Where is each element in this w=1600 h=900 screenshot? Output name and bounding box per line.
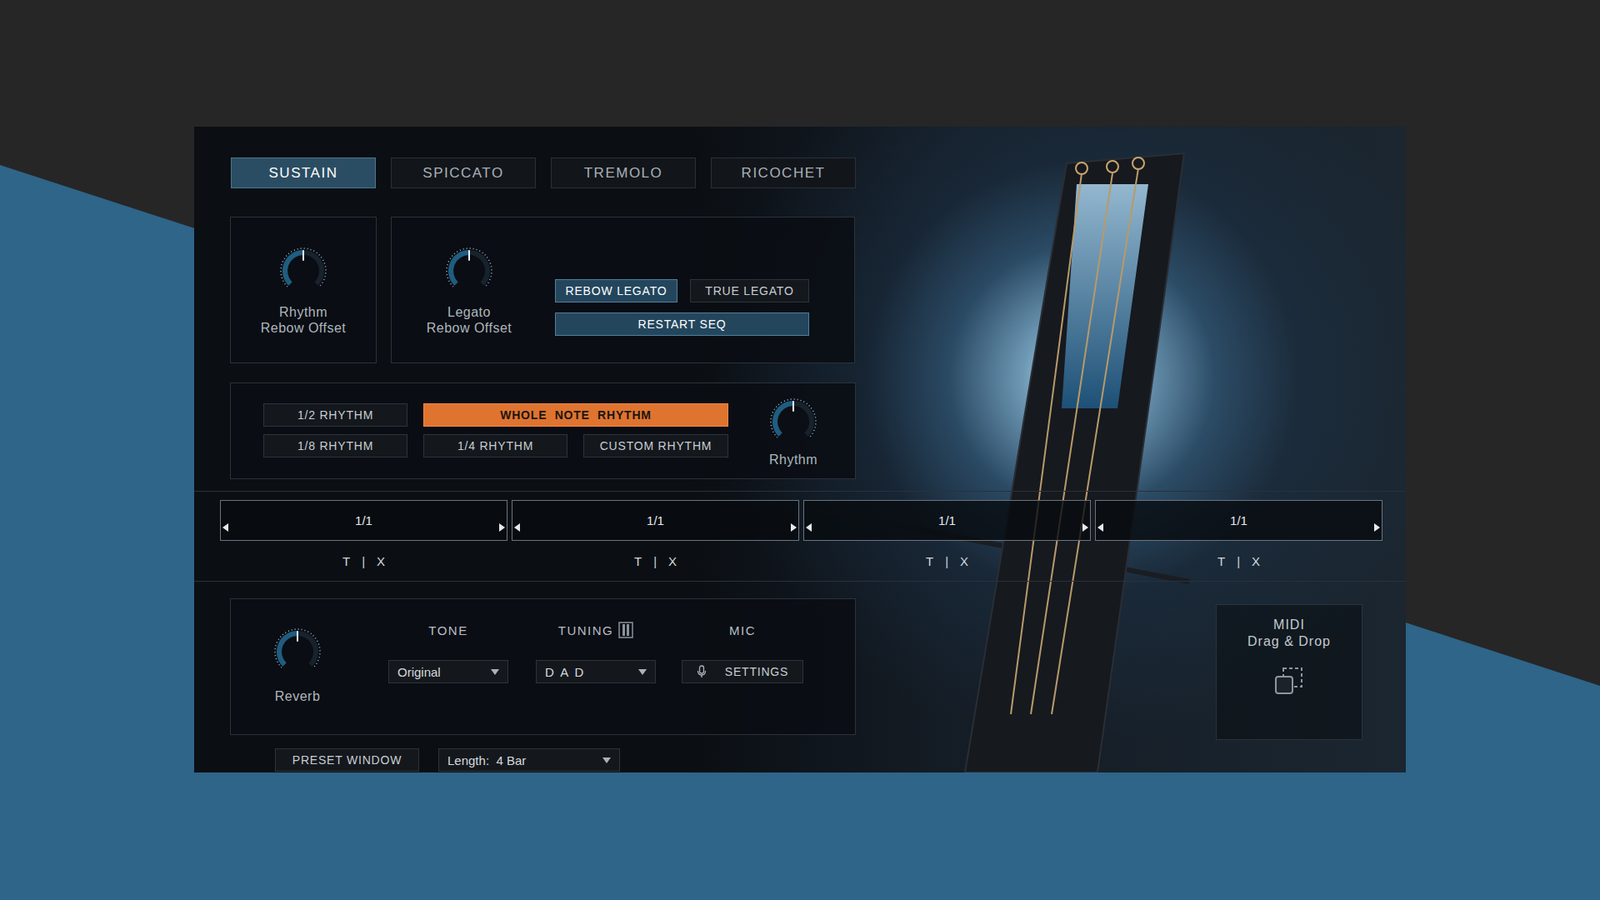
knob-dial-icon[interactable]	[276, 244, 330, 298]
step-control[interactable]: X	[668, 554, 677, 570]
articulation-tab[interactable]: TREMOLO	[550, 157, 696, 189]
knob-dial-icon[interactable]	[766, 395, 820, 449]
preset-window-button[interactable]: PRESET WINDOW	[275, 748, 420, 772]
step-control[interactable]: T	[925, 554, 934, 570]
step-start-handle-icon[interactable]	[222, 523, 229, 532]
tone-dropdown[interactable]: Original	[388, 660, 509, 684]
tone-label: TONE	[428, 620, 468, 640]
mic-settings-button[interactable]: SETTINGS	[681, 660, 804, 684]
step-end-handle-icon[interactable]	[1374, 523, 1380, 532]
articulation-tab[interactable]: RICOCHET	[710, 157, 856, 189]
tuning-dropdown[interactable]: D A D	[535, 660, 656, 684]
step-start-handle-icon[interactable]	[1097, 523, 1104, 532]
sequencer-step[interactable]: 1/1	[511, 500, 800, 541]
drag-drop-icon[interactable]	[1272, 665, 1306, 699]
rhythm-preset-button[interactable]: 1/8 RHYTHM	[263, 434, 408, 458]
step-control[interactable]: T	[1217, 554, 1225, 570]
sequencer-step[interactable]: 1/1	[803, 500, 1091, 541]
legato-panel: LegatoRebow Offset REBOW LEGATO TRUE LEGA…	[390, 216, 855, 364]
tuning-label: TUNING	[558, 620, 635, 640]
sequencer-step[interactable]: 1/1	[220, 500, 508, 541]
midi-drag-drop[interactable]: MIDIDrag & Drop	[1215, 604, 1363, 740]
rhythm-rebow-panel: RhythmRebow Offset	[230, 216, 377, 364]
step-control[interactable]: T	[342, 554, 350, 570]
rhythm-knob[interactable]: Rhythm	[766, 395, 820, 468]
length-dropdown[interactable]: Length: 4 Bar	[438, 748, 620, 772]
caret-icon	[490, 669, 500, 675]
rhythm-preset-button[interactable]: CUSTOM RHYTHM	[583, 434, 729, 458]
microphone-icon	[696, 665, 707, 679]
divider	[194, 490, 1406, 492]
sound-panel: Reverb TONE Original TUNING D A D MIC SE…	[230, 598, 856, 735]
step-control[interactable]: |	[653, 554, 657, 570]
caret-icon	[602, 757, 611, 764]
restart-seq-button[interactable]: RESTART SEQ	[555, 312, 810, 336]
rhythm-panel: 1/2 RHYTHM WHOLE NOTE RHYTHM 1/8 RHYTHM 1/4…	[230, 382, 856, 480]
step-control[interactable]: X	[960, 554, 969, 570]
step-control[interactable]: X	[1251, 554, 1260, 570]
articulation-tab[interactable]: SUSTAIN	[230, 157, 376, 189]
legato-rebow-offset-knob[interactable]: LegatoRebow Offset	[426, 244, 513, 363]
step-controls: T | X	[342, 554, 385, 570]
rhythm-preset-button[interactable]: 1/2 RHYTHM	[263, 403, 408, 427]
rhythm-preset-button[interactable]: 1/4 RHYTHM	[423, 434, 568, 458]
articulation-tabs: SUSTAIN SPICCATO TREMOLO RICOCHET	[230, 157, 1406, 189]
knob-label: Reverb	[275, 688, 321, 705]
step-control[interactable]: X	[376, 554, 385, 570]
caret-icon	[638, 669, 647, 675]
rhythm-preset-button[interactable]: WHOLE NOTE RHYTHM	[423, 403, 729, 427]
step-end-handle-icon[interactable]	[499, 523, 505, 532]
step-end-handle-icon[interactable]	[790, 523, 797, 532]
knob-dial-icon[interactable]	[270, 625, 325, 679]
step-start-handle-icon[interactable]	[514, 523, 520, 532]
step-controls: T | X	[925, 554, 969, 570]
step-control[interactable]: |	[945, 554, 949, 570]
legato-mode-button[interactable]: TRUE LEGATO	[690, 279, 810, 303]
knob-label: RhythmRebow Offset	[260, 304, 347, 336]
screen: SUSTAIN SPICCATO TREMOLO RICOCHET RhythmReb…	[0, 0, 1600, 900]
step-control[interactable]: |	[1236, 554, 1240, 570]
knob-label: LegatoRebow Offset	[426, 304, 513, 336]
step-control[interactable]: |	[361, 554, 365, 570]
step-start-handle-icon[interactable]	[805, 523, 812, 532]
articulation-tab[interactable]: SPICCATO	[390, 157, 536, 189]
divider	[194, 580, 1406, 582]
step-end-handle-icon[interactable]	[1082, 523, 1089, 532]
rhythm-rebow-offset-knob[interactable]: RhythmRebow Offset	[260, 244, 347, 363]
knob-dial-icon[interactable]	[442, 244, 496, 298]
sequencer: 1/1 T | X 1/1 T | X 1/1 T | X 1/1 T | X	[220, 500, 1406, 570]
plugin-window: SUSTAIN SPICCATO TREMOLO RICOCHET RhythmReb…	[194, 126, 1406, 773]
tuning-keys-icon[interactable]	[618, 621, 634, 639]
step-controls: T | X	[1217, 554, 1260, 570]
step-controls: T | X	[634, 554, 677, 570]
legato-mode-button[interactable]: REBOW LEGATO	[555, 279, 678, 303]
mic-label: MIC	[729, 620, 756, 640]
step-control[interactable]: T	[634, 554, 642, 570]
sequencer-step[interactable]: 1/1	[1095, 500, 1383, 541]
knob-label: Rhythm	[769, 451, 818, 468]
reverb-knob[interactable]: Reverb	[270, 625, 325, 735]
